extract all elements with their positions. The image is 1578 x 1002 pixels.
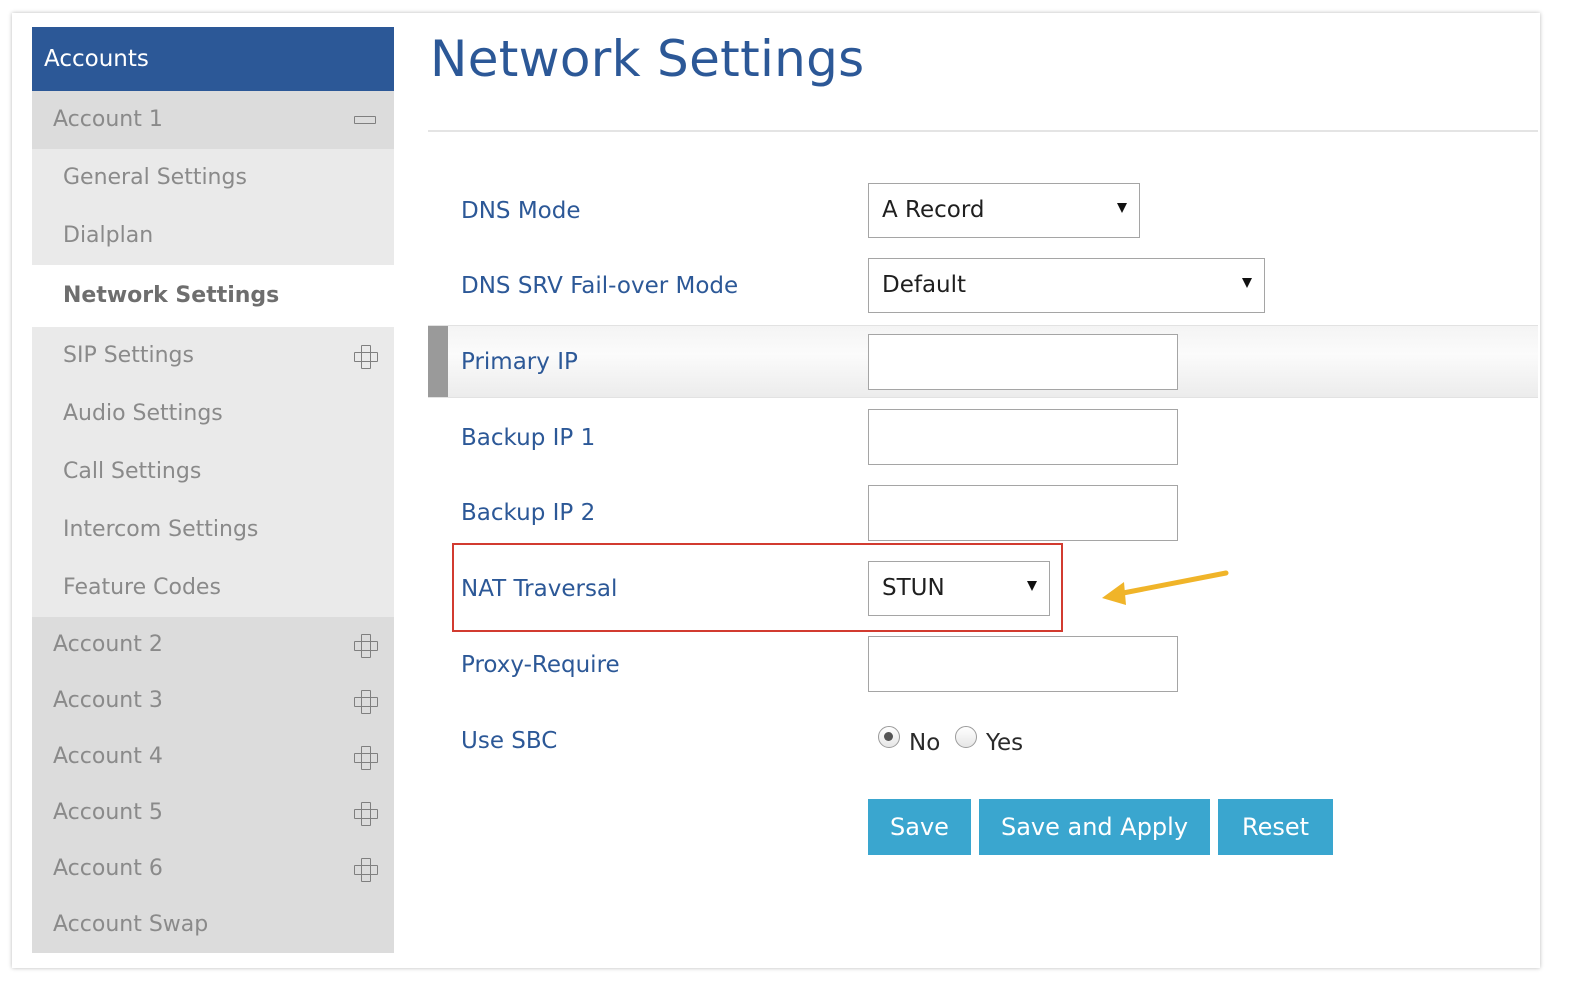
sidebar-item-label: Network Settings xyxy=(63,283,280,308)
expand-icon[interactable] xyxy=(354,858,378,882)
use-sbc-no-radio[interactable] xyxy=(878,726,900,748)
reset-button[interactable]: Reset xyxy=(1218,799,1333,855)
title-divider xyxy=(428,130,1538,132)
use-sbc-yes-radio[interactable] xyxy=(955,726,977,748)
sidebar-item-label: Audio Settings xyxy=(63,401,223,426)
sidebar-item-general-settings[interactable]: General Settings xyxy=(32,149,394,207)
sidebar-account-label: Account 1 xyxy=(53,107,163,132)
sidebar-account-1[interactable]: Account 1 xyxy=(32,91,394,149)
dns-srv-failover-label: DNS SRV Fail-over Mode xyxy=(461,273,739,299)
row-marker xyxy=(428,326,448,397)
sidebar-account-3[interactable]: Account 3 xyxy=(32,673,394,729)
expand-icon[interactable] xyxy=(354,690,378,714)
sidebar-account-4[interactable]: Account 4 xyxy=(32,729,394,785)
sidebar-account-label: Account 6 xyxy=(53,856,163,881)
use-sbc-yes-label: Yes xyxy=(986,730,1024,756)
sidebar-item-label: Intercom Settings xyxy=(63,517,259,542)
save-and-apply-button[interactable]: Save and Apply xyxy=(979,799,1210,855)
sidebar-item-label: General Settings xyxy=(63,165,247,190)
dns-srv-failover-select[interactable]: Default xyxy=(868,258,1265,313)
dns-mode-label: DNS Mode xyxy=(461,198,581,224)
sidebar-account-label: Account 5 xyxy=(53,800,163,825)
sidebar-account-label: Account Swap xyxy=(53,912,209,937)
sidebar-item-label: Call Settings xyxy=(63,459,202,484)
sidebar-item-sip-settings[interactable]: SIP Settings xyxy=(32,327,394,385)
expand-icon[interactable] xyxy=(354,634,378,658)
page-title: Network Settings xyxy=(430,30,865,88)
sidebar-item-feature-codes[interactable]: Feature Codes xyxy=(32,559,394,617)
proxy-require-label: Proxy-Require xyxy=(461,652,620,678)
primary-ip-input[interactable] xyxy=(868,334,1178,390)
sidebar-account-swap[interactable]: Account Swap xyxy=(32,897,394,953)
nat-traversal-select[interactable]: STUN xyxy=(868,561,1050,616)
dns-srv-failover-value: Default xyxy=(882,272,967,298)
sidebar-item-audio-settings[interactable]: Audio Settings xyxy=(32,385,394,443)
sidebar-item-dialplan[interactable]: Dialplan xyxy=(32,207,394,265)
proxy-require-input[interactable] xyxy=(868,636,1178,692)
primary-ip-label: Primary IP xyxy=(461,349,578,375)
sidebar-item-intercom-settings[interactable]: Intercom Settings xyxy=(32,501,394,559)
sidebar-account-5[interactable]: Account 5 xyxy=(32,785,394,841)
sidebar-account-2[interactable]: Account 2 xyxy=(32,617,394,673)
backup-ip1-label: Backup IP 1 xyxy=(461,425,596,451)
dropdown-caret-icon xyxy=(1027,581,1037,591)
use-sbc-no-label: No xyxy=(909,730,941,756)
backup-ip2-input[interactable] xyxy=(868,485,1178,541)
collapse-icon[interactable] xyxy=(354,116,376,124)
sidebar-account-6[interactable]: Account 6 xyxy=(32,841,394,897)
sidebar-item-label: Feature Codes xyxy=(63,575,221,600)
sidebar-account-label: Account 2 xyxy=(53,632,163,657)
annotation-arrow-icon xyxy=(1102,570,1229,605)
dns-mode-value: A Record xyxy=(882,197,985,223)
sidebar-item-call-settings[interactable]: Call Settings xyxy=(32,443,394,501)
use-sbc-label: Use SBC xyxy=(461,728,558,754)
nat-traversal-label: NAT Traversal xyxy=(461,576,618,602)
expand-icon[interactable] xyxy=(354,746,378,770)
sidebar-header: Accounts xyxy=(32,27,394,91)
dropdown-caret-icon xyxy=(1242,278,1252,288)
sidebar-account-label: Account 4 xyxy=(53,744,163,769)
sidebar-item-label: Dialplan xyxy=(63,223,154,248)
save-button[interactable]: Save xyxy=(868,799,971,855)
sidebar-account-label: Account 3 xyxy=(53,688,163,713)
sidebar: Accounts Account 1 General Settings Dial… xyxy=(32,27,394,953)
dns-mode-select[interactable]: A Record xyxy=(868,183,1140,238)
expand-icon[interactable] xyxy=(354,802,378,826)
sidebar-item-network-settings[interactable]: Network Settings xyxy=(32,265,394,327)
backup-ip2-label: Backup IP 2 xyxy=(461,500,596,526)
dropdown-caret-icon xyxy=(1117,203,1127,213)
expand-icon[interactable] xyxy=(354,345,378,369)
nat-traversal-value: STUN xyxy=(882,575,945,601)
backup-ip1-input[interactable] xyxy=(868,409,1178,465)
sidebar-item-label: SIP Settings xyxy=(63,343,194,368)
